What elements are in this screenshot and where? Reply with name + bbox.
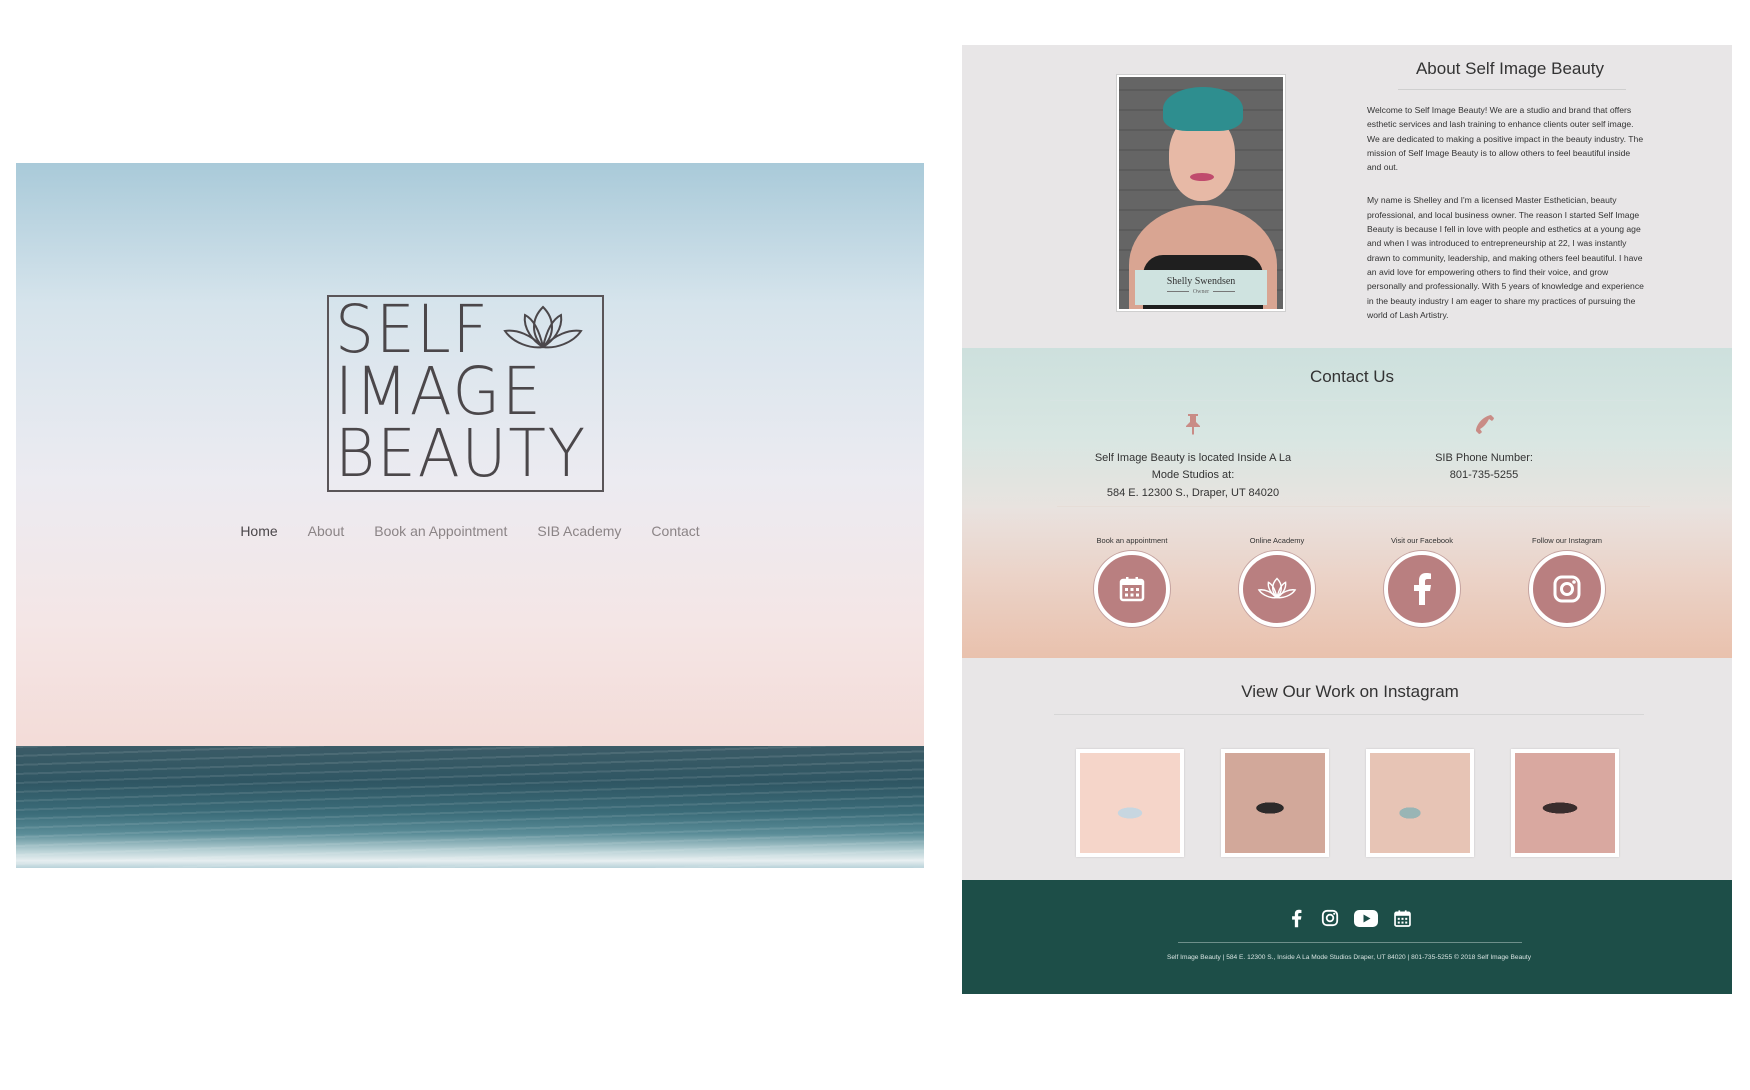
location-line-1: Self Image Beauty is located Inside A La… <box>1094 451 1292 482</box>
contact-bottom-divider <box>1057 506 1650 507</box>
instagram-icon <box>1553 575 1581 603</box>
owner-role: Owner <box>1135 289 1267 295</box>
pin-icon <box>1186 414 1200 435</box>
lash-photo <box>1080 753 1180 853</box>
lash-photo <box>1370 753 1470 853</box>
logo-text-line-1: SELF <box>335 291 490 368</box>
instagram-icon <box>1321 909 1339 927</box>
footer-calendar-link[interactable] <box>1391 907 1413 929</box>
nav-home[interactable]: Home <box>240 523 277 539</box>
about-paragraph-2: My name is Shelley and I'm a licensed Ma… <box>1367 195 1644 320</box>
lotus-icon <box>503 305 583 349</box>
phone-number[interactable]: 801-735-5255 <box>1383 467 1585 485</box>
logo-text-line-3: BEAUTY <box>335 415 588 492</box>
footer-facebook-link[interactable] <box>1285 907 1307 929</box>
nav-sib-academy[interactable]: SIB Academy <box>537 523 621 539</box>
link-online-academy: Online Academy <box>1217 536 1337 627</box>
quick-links-section: Book an appointment Online Academy Visit… <box>962 508 1732 658</box>
instagram-photo[interactable] <box>1076 749 1184 857</box>
instagram-section: View Our Work on Instagram <box>962 658 1732 880</box>
lash-photo <box>1225 753 1325 853</box>
link-label: Visit our Facebook <box>1391 536 1453 545</box>
phone-icon <box>1476 415 1494 434</box>
footer-instagram-link[interactable] <box>1319 907 1341 929</box>
link-instagram: Follow our Instagram <box>1507 536 1627 627</box>
online-academy-button[interactable] <box>1239 551 1315 627</box>
book-appointment-button[interactable] <box>1094 551 1170 627</box>
nav-book-appointment[interactable]: Book an Appointment <box>374 523 507 539</box>
instagram-title: View Our Work on Instagram <box>1241 682 1459 701</box>
facebook-button[interactable] <box>1384 551 1460 627</box>
nav-contact[interactable]: Contact <box>651 523 699 539</box>
phone-block: SIB Phone Number: 801-735-5255 <box>1383 413 1585 485</box>
brand-logo[interactable]: SELF IMAGE BEAUTY <box>327 295 604 492</box>
logo-text-line-2: IMAGE <box>335 353 543 430</box>
footer-youtube-link[interactable] <box>1353 907 1379 929</box>
link-book-appointment: Book an appointment <box>1072 536 1192 627</box>
footer: Self Image Beauty | 584 E. 12300 S., Ins… <box>962 880 1732 994</box>
link-label: Online Academy <box>1249 536 1305 545</box>
nav-about[interactable]: About <box>308 523 345 539</box>
owner-nameplate: Shelly Swendsen Owner <box>1135 270 1267 305</box>
about-paragraph-1: Welcome to Self Image Beauty! We are a s… <box>1367 105 1644 173</box>
footer-copyright: Self Image Beauty | 584 E. 12300 S., Ins… <box>1166 954 1532 961</box>
facebook-icon <box>1291 909 1301 927</box>
link-label: Follow our Instagram <box>1531 536 1603 545</box>
portrait-hair <box>1163 87 1243 131</box>
instagram-photo[interactable] <box>1366 749 1474 857</box>
page-panel: Shelly Swendsen Owner About Self Image B… <box>962 45 1732 994</box>
location-block: Self Image Beauty is located Inside A La… <box>1082 413 1304 502</box>
youtube-icon <box>1354 909 1378 927</box>
hero-section: SELF IMAGE BEAUTY Home About Book an App… <box>16 163 924 868</box>
contact-divider <box>1050 400 1656 401</box>
ocean-image <box>16 746 924 868</box>
facebook-icon <box>1414 573 1431 605</box>
instagram-button[interactable] <box>1529 551 1605 627</box>
owner-name: Shelly Swendsen <box>1166 276 1236 287</box>
main-nav: Home About Book an Appointment SIB Acade… <box>16 523 924 539</box>
about-section: Shelly Swendsen Owner About Self Image B… <box>962 45 1732 348</box>
owner-portrait: Shelly Swendsen Owner <box>1117 75 1285 311</box>
about-title: About Self Image Beauty <box>1415 59 1605 78</box>
instagram-divider <box>1054 714 1644 715</box>
instagram-photo[interactable] <box>1511 749 1619 857</box>
calendar-icon <box>1119 577 1145 602</box>
location-line-2: 584 E. 12300 S., Draper, UT 84020 <box>1106 486 1280 499</box>
portrait-lips <box>1190 173 1214 181</box>
lash-photo <box>1515 753 1615 853</box>
contact-section: Contact Us Self Image Beauty is located … <box>962 348 1732 508</box>
instagram-photo[interactable] <box>1221 749 1329 857</box>
about-text: Welcome to Self Image Beauty! We are a s… <box>1367 103 1645 341</box>
lotus-icon <box>1257 577 1297 599</box>
link-label: Book an appointment <box>1096 536 1168 545</box>
footer-divider <box>1178 942 1522 943</box>
contact-title: Contact Us <box>1309 367 1395 386</box>
calendar-icon <box>1393 909 1411 927</box>
footer-social-icons <box>962 907 1736 929</box>
link-facebook: Visit our Facebook <box>1362 536 1482 627</box>
phone-label: SIB Phone Number: <box>1435 451 1533 464</box>
about-divider <box>1398 89 1626 90</box>
